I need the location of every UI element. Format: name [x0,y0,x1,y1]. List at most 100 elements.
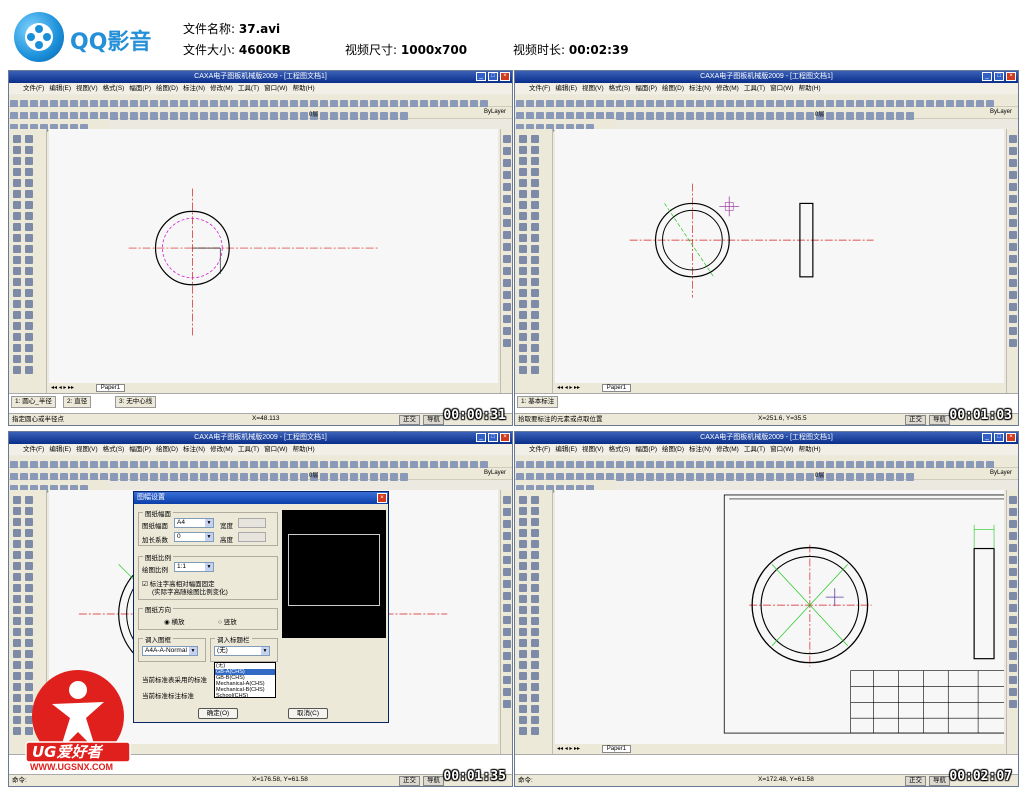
menu-item[interactable]: 幅面(P) [129,446,151,453]
command-bar[interactable] [515,754,1018,774]
tab-nav-arrows[interactable]: ◂◂ ◂ ▸ ▸▸ [557,385,580,391]
menu-item[interactable]: 修改(M) [716,85,739,92]
close-icon[interactable]: × [500,72,510,81]
right-tool-palette[interactable] [500,129,512,393]
standard-toolbar[interactable] [9,456,512,469]
menu-item[interactable]: 窗口(W) [264,446,287,453]
standard-toolbar[interactable] [9,95,512,108]
nav-toggle[interactable]: 导航 [423,776,444,786]
ortho-toggle[interactable]: 正交 [905,415,926,425]
layout-tabs[interactable]: ◂◂ ◂ ▸ ▸▸ Paper1 [49,383,498,393]
menu-item[interactable]: 标注(N) [689,446,711,453]
menu-item[interactable]: 帮助(H) [293,446,315,453]
minimize-icon[interactable]: _ [982,72,992,81]
menu-item[interactable]: 幅面(P) [129,85,151,92]
cmd-field[interactable]: 3: 无中心线 [115,396,157,408]
menu-item[interactable]: 工具(T) [238,85,259,92]
maximize-icon[interactable]: □ [488,72,498,81]
command-bar[interactable]: 1: 圆心_半径 2: 直径 3: 无中心线 [9,393,512,413]
nav-toggle[interactable]: 导航 [423,415,444,425]
layer-label[interactable]: 0层 [309,470,318,479]
close-icon[interactable]: × [1006,72,1016,81]
layer-label[interactable]: 0层 [815,470,824,479]
menu-item[interactable]: 帮助(H) [799,85,821,92]
maximize-icon[interactable]: □ [488,433,498,442]
menu-item[interactable]: 帮助(H) [293,85,315,92]
scale-select[interactable]: 1:1 ▼ [174,562,214,572]
drawing-canvas[interactable] [555,490,1004,744]
menu-item[interactable]: 修改(M) [210,85,233,92]
menu-item[interactable]: 标注(N) [183,85,205,92]
ortho-toggle[interactable]: 正交 [399,415,420,425]
linetype-label[interactable]: ByLayer [484,109,506,115]
orient-vertical-radio[interactable]: ○ 竖放 [218,616,237,626]
menu-item[interactable]: 标注(N) [689,85,711,92]
menu-item[interactable]: 视图(V) [76,85,98,92]
menu-item[interactable]: 文件(F) [23,446,44,453]
menu-item[interactable]: 窗口(W) [770,85,793,92]
menu-item[interactable]: 绘图(D) [156,446,178,453]
left-tool-palette[interactable] [515,129,553,393]
menu-item[interactable]: 幅面(P) [635,446,657,453]
left-tool-palette[interactable] [515,490,553,754]
orient-horizontal-radio[interactable]: ◉ 横放 [164,616,184,626]
maximize-icon[interactable]: □ [994,433,1004,442]
menu-item[interactable]: 编辑(E) [555,85,577,92]
menu-item[interactable]: 绘图(D) [156,85,178,92]
drawing-canvas[interactable] [555,129,1004,383]
menu-item[interactable]: 工具(T) [744,85,765,92]
minimize-icon[interactable]: _ [476,72,486,81]
cmd-field[interactable]: 1: 基本标注 [517,396,559,408]
right-tool-palette[interactable] [1006,490,1018,754]
ortho-toggle[interactable]: 正交 [905,776,926,786]
maximize-icon[interactable]: □ [994,72,1004,81]
menu-item[interactable]: 视图(V) [76,446,98,453]
right-tool-palette[interactable] [500,490,512,754]
menu-item[interactable]: 修改(M) [716,446,739,453]
title-block-select[interactable]: (无) ▼ [214,646,270,656]
close-icon[interactable]: × [377,493,387,503]
properties-toolbar[interactable]: 0层 ByLayer [515,107,1018,120]
menu-item[interactable]: 文件(F) [529,446,550,453]
cmd-field[interactable]: 2: 直径 [63,396,92,408]
menu-item[interactable]: 帮助(H) [799,446,821,453]
cmd-field[interactable]: 1: 圆心_半径 [11,396,56,408]
tab-paper[interactable]: Paper1 [601,745,632,753]
cancel-button[interactable]: 取消(C) [288,708,328,719]
menu-item[interactable]: 绘图(D) [662,85,684,92]
menu-item[interactable]: 幅面(P) [635,85,657,92]
left-tool-palette[interactable] [9,129,47,393]
menu-item[interactable]: 视图(V) [582,85,604,92]
menu-item[interactable]: 绘图(D) [662,446,684,453]
layout-tabs[interactable]: ◂◂ ◂ ▸ ▸▸ Paper1 [555,744,1004,754]
add-factor-select[interactable]: 0 ▼ [174,532,214,542]
menu-item[interactable]: 格式(S) [103,446,125,453]
menu-item[interactable]: 格式(S) [103,85,125,92]
height-input[interactable] [238,532,266,542]
tab-nav-arrows[interactable]: ◂◂ ◂ ▸ ▸▸ [51,385,74,391]
close-icon[interactable]: × [500,433,510,442]
menu-item[interactable]: 工具(T) [744,446,765,453]
properties-toolbar[interactable]: 0层 ByLayer [9,107,512,120]
paper-size-select[interactable]: A4 ▼ [174,518,214,528]
close-icon[interactable]: × [1006,433,1016,442]
layer-label[interactable]: 0层 [815,109,824,118]
menu-item[interactable]: 视图(V) [582,446,604,453]
drawing-canvas[interactable] [49,129,498,383]
menu-item[interactable]: 格式(S) [609,446,631,453]
menu-item[interactable]: 窗口(W) [264,85,287,92]
width-input[interactable] [238,518,266,528]
right-tool-palette[interactable] [1006,129,1018,393]
nav-toggle[interactable]: 导航 [929,776,950,786]
minimize-icon[interactable]: _ [476,433,486,442]
command-bar[interactable]: 1: 基本标注 [515,393,1018,413]
ok-button[interactable]: 确定(O) [198,708,238,719]
menu-item[interactable]: 编辑(E) [555,446,577,453]
menu-item[interactable]: 窗口(W) [770,446,793,453]
menu-item[interactable]: 格式(S) [609,85,631,92]
menu-item[interactable]: 文件(F) [23,85,44,92]
menu-item[interactable]: 工具(T) [238,446,259,453]
linetype-label[interactable]: ByLayer [990,470,1012,476]
menu-item[interactable]: 编辑(E) [49,85,71,92]
standard-toolbar[interactable] [515,456,1018,469]
